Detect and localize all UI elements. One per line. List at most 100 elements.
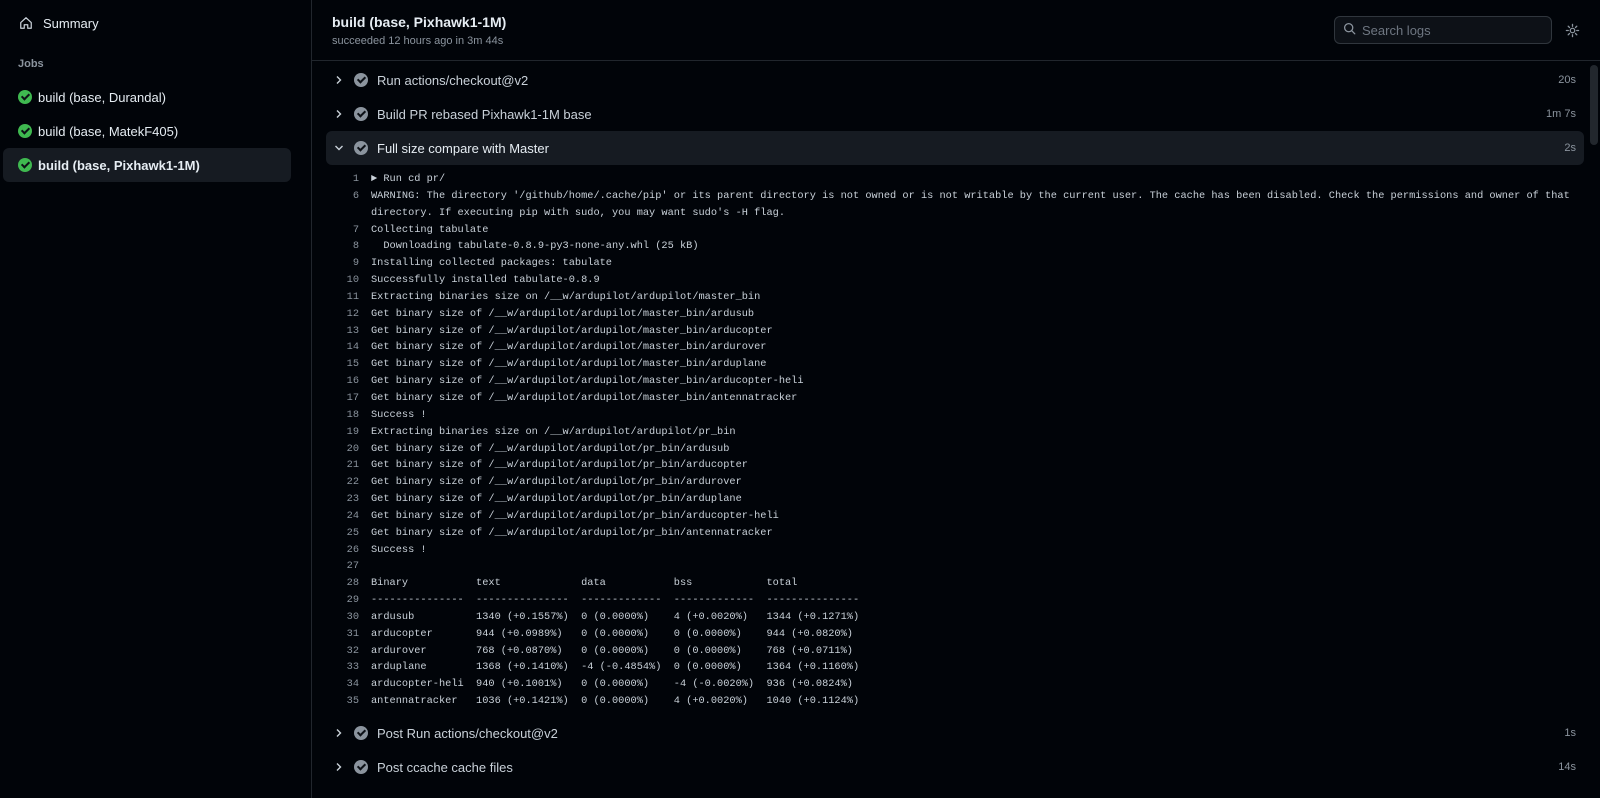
log-line-number[interactable]: 26 xyxy=(326,542,371,559)
job-matekf405[interactable]: build (base, MatekF405) xyxy=(3,114,291,148)
log-line-text: ► Run cd pr/ xyxy=(371,173,446,185)
log-line: 32 ardurover 768 (+0.0870%) 0 (0.0000%) 0… xyxy=(326,643,1584,660)
log-line-text: Get binary size of /__w/ardupilot/ardupi… xyxy=(371,526,773,539)
job-header: build (base, Pixhawk1-1M) succeeded 12 h… xyxy=(312,0,1600,61)
step-name: Run actions/checkout@v2 xyxy=(377,72,529,88)
job-subtitle: succeeded 12 hours ago in 3m 44s xyxy=(332,34,504,47)
log-line-number[interactable]: 14 xyxy=(326,339,371,356)
log-line-text: Get binary size of /__w/ardupilot/ardupi… xyxy=(371,375,804,388)
log-line-number[interactable]: 18 xyxy=(326,407,371,424)
log-line-text: Get binary size of /__w/ardupilot/ardupi… xyxy=(371,307,755,320)
log-line: 28 Binary text data bss total xyxy=(326,575,1584,592)
step-duration: 20s xyxy=(1558,74,1576,86)
log-line: 27 xyxy=(326,558,1584,575)
step-name: Full size compare with Master xyxy=(377,140,549,156)
log-line-text: Get binary size of /__w/ardupilot/ardupi… xyxy=(371,341,767,354)
search-logs-input[interactable] xyxy=(1362,22,1542,38)
step-post-checkout[interactable]: Post Run actions/checkout@v2 1s xyxy=(326,716,1584,750)
chevron-right-icon xyxy=(332,107,346,121)
chevron-right-icon xyxy=(332,760,346,774)
step-full-size-compare[interactable]: Full size compare with Master 2s xyxy=(326,131,1584,165)
log-line-number[interactable]: 11 xyxy=(326,289,371,306)
log-line: 30 ardusub 1340 (+0.1557%) 0 (0.0000%) 4 … xyxy=(326,609,1584,626)
log-line-number[interactable]: 12 xyxy=(326,306,371,323)
log-line-number[interactable]: 32 xyxy=(326,643,371,660)
log-line-text: Get binary size of /__w/ardupilot/ardupi… xyxy=(371,459,748,472)
app: Summary Jobs build (base, Durandal) buil… xyxy=(0,0,1600,798)
check-circle-icon xyxy=(354,107,368,121)
step-build-pr[interactable]: Build PR rebased Pixhawk1-1M base 1m 7s xyxy=(326,97,1584,131)
log-line-number[interactable]: 22 xyxy=(326,474,371,491)
search-box xyxy=(1334,16,1552,44)
step-duration: 2s xyxy=(1564,142,1576,154)
log-line-number[interactable]: 21 xyxy=(326,457,371,474)
log-line-number[interactable]: 31 xyxy=(326,626,371,643)
log-line: 25 Get binary size of /__w/ardupilot/ardu… xyxy=(326,525,1584,542)
log-line-number[interactable]: 29 xyxy=(326,592,371,609)
log-line-number[interactable]: 9 xyxy=(326,255,371,272)
step-run-checkout[interactable]: Run actions/checkout@v2 20s xyxy=(326,63,1584,97)
log-line-number[interactable]: 30 xyxy=(326,609,371,626)
summary-label: Summary xyxy=(43,15,99,31)
jobs-heading: Jobs xyxy=(18,58,44,70)
log-line-text xyxy=(371,558,1584,575)
log-line-text: Successfully installed tabulate-0.8.9 xyxy=(371,274,600,287)
log-line-text: Get binary size of /__w/ardupilot/ardupi… xyxy=(371,493,742,506)
log-line-number[interactable]: 19 xyxy=(326,424,371,441)
log-line-number[interactable]: 23 xyxy=(326,491,371,508)
log-line-text: Downloading tabulate-0.8.9-py3-none-any.… xyxy=(371,240,699,253)
gear-icon[interactable] xyxy=(1564,22,1580,38)
step-name: Build PR rebased Pixhawk1-1M base xyxy=(377,106,592,122)
log-line-text: WARNING: The directory '/github/home/.ca… xyxy=(371,189,1576,219)
log-line: 8 Downloading tabulate-0.8.9-py3-none-an… xyxy=(326,238,1584,255)
log-line-number[interactable]: 15 xyxy=(326,356,371,373)
log-line-number[interactable]: 34 xyxy=(326,676,371,693)
log-line-text: Success ! xyxy=(371,408,427,421)
log-line-text: arducopter 944 (+0.0989%) 0 (0.0000%) 0 … xyxy=(371,627,853,640)
log-line-number[interactable]: 28 xyxy=(326,575,371,592)
log-line: 33 arduplane 1368 (+0.1410%) -4 (-0.4854%… xyxy=(326,659,1584,676)
check-circle-icon xyxy=(18,90,32,104)
log-line: 19 Extracting binaries size on /__w/ardup… xyxy=(326,424,1584,441)
log-line-text: Success ! xyxy=(371,543,427,556)
log-line-number[interactable]: 16 xyxy=(326,373,371,390)
log-line-number[interactable]: 8 xyxy=(326,238,371,255)
log-line: 15 Get binary size of /__w/ardupilot/ardu… xyxy=(326,356,1584,373)
log-line-number[interactable]: 6 xyxy=(326,188,371,222)
log-line: 34 arducopter-heli 940 (+0.1001%) 0 (0.00… xyxy=(326,676,1584,693)
log-line-number[interactable]: 10 xyxy=(326,272,371,289)
log-line-number[interactable]: 13 xyxy=(326,323,371,340)
log-line-text: Get binary size of /__w/ardupilot/ardupi… xyxy=(371,509,779,522)
summary-link[interactable]: Summary xyxy=(0,8,311,38)
step-post-ccache[interactable]: Post ccache cache files 14s xyxy=(326,750,1584,784)
chevron-right-icon xyxy=(332,73,346,87)
log-line: 24 Get binary size of /__w/ardupilot/ardu… xyxy=(326,508,1584,525)
log-line-number[interactable]: 33 xyxy=(326,659,371,676)
log-line: 13 Get binary size of /__w/ardupilot/ardu… xyxy=(326,323,1584,340)
steps-list: Run actions/checkout@v2 20s Build PR reb… xyxy=(312,61,1600,798)
log-line-number[interactable]: 17 xyxy=(326,390,371,407)
log-line: 12 Get binary size of /__w/ardupilot/ardu… xyxy=(326,306,1584,323)
log-line: 35 antennatracker 1036 (+0.1421%) 0 (0.00… xyxy=(326,693,1584,710)
log-line-number[interactable]: 35 xyxy=(326,693,371,710)
log-line-text: ardusub 1340 (+0.1557%) 0 (0.0000%) 4 (+… xyxy=(371,610,860,623)
log-line-number[interactable]: 25 xyxy=(326,525,371,542)
log-scrollbar[interactable] xyxy=(1590,65,1598,145)
job-durandal[interactable]: build (base, Durandal) xyxy=(3,80,291,114)
log-line-number[interactable]: 7 xyxy=(326,222,371,239)
log-line-text: --------------- --------------- --------… xyxy=(371,594,860,607)
log-line-number[interactable]: 24 xyxy=(326,508,371,525)
log-line-text: arducopter-heli 940 (+0.1001%) 0 (0.0000… xyxy=(371,678,853,691)
log-line-number[interactable]: 20 xyxy=(326,441,371,458)
log-line-text: antennatracker 1036 (+0.1421%) 0 (0.0000… xyxy=(371,695,860,708)
log-line-text: Installing collected packages: tabulate xyxy=(371,257,612,270)
log-line: 18 Success ! xyxy=(326,407,1584,424)
log-line-text: Get binary size of /__w/ardupilot/ardupi… xyxy=(371,476,742,489)
job-label: build (base, MatekF405) xyxy=(38,123,179,139)
chevron-right-icon xyxy=(332,726,346,740)
log-line-number[interactable]: 27 xyxy=(326,558,371,575)
job-pixhawk1-1m[interactable]: build (base, Pixhawk1-1M) xyxy=(3,148,291,182)
log-line-text: arduplane 1368 (+0.1410%) -4 (-0.4854%) … xyxy=(371,661,860,674)
log-line-text: Collecting tabulate xyxy=(371,223,489,236)
log-line-number[interactable]: 1 xyxy=(326,171,371,188)
